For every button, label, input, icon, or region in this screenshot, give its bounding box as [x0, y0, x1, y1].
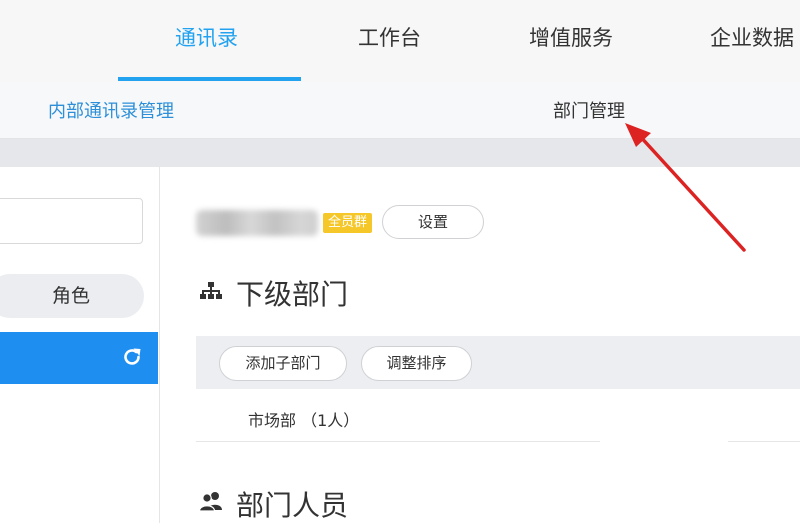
annotation-arrow [625, 123, 746, 252]
